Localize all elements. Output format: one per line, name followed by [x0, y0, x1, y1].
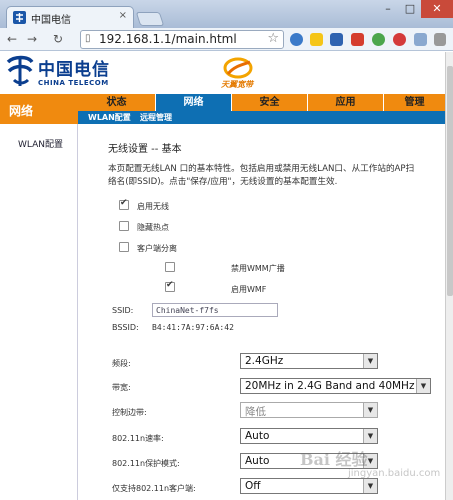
ssid-label: SSID:	[112, 306, 134, 315]
logo-chinese-text: 中国电信	[38, 60, 110, 80]
chevron-down-icon: ▼	[416, 379, 430, 393]
n-only-select[interactable]: Off ▼	[240, 478, 378, 494]
forward-button[interactable]: →	[24, 31, 40, 47]
china-telecom-logo-icon	[6, 55, 34, 86]
description-line-2: 络名(即SSID)。点击"保存/应用"，无线设置的基本配置生效.	[108, 177, 338, 187]
brand-text: 天翼宽带	[221, 80, 253, 89]
n-only-label: 仅支持802.11n客户端:	[112, 484, 196, 493]
browser-titlebar: 中国电信 × – □ ✕	[0, 0, 453, 28]
window-controls: – □ ✕	[377, 0, 453, 18]
subtab-remote-management[interactable]: 远程管理	[140, 111, 172, 124]
bookmark-star-icon[interactable]: ☆	[267, 31, 279, 46]
reload-button[interactable]: ↻	[50, 31, 66, 47]
client-isolation-label: 客户端分离	[137, 244, 177, 253]
chevron-down-icon: ▼	[363, 403, 377, 417]
browser-toolbar: ← → ↻ ▯ 192.168.1.1/main.html ☆	[0, 28, 453, 51]
disable-wmm-checkbox[interactable]	[165, 262, 175, 272]
sidebar: WLAN配置	[0, 124, 78, 500]
music-icon[interactable]	[393, 33, 406, 46]
minimize-button[interactable]: –	[377, 0, 399, 18]
n-protection-label: 802.11n保护模式:	[112, 459, 180, 468]
china-telecom-favicon-icon	[13, 11, 26, 24]
section-title: 无线设置 -- 基本	[108, 144, 182, 155]
control-sideband-value: 降低	[245, 406, 266, 418]
bandwidth-label: 带宽:	[112, 383, 131, 392]
control-sideband-select[interactable]: 降低 ▼	[240, 402, 378, 418]
maximize-button[interactable]: □	[399, 0, 421, 18]
new-tab-button[interactable]	[135, 12, 165, 26]
sub-tabs: WLAN配置 远程管理	[78, 111, 445, 124]
band-label: 频段:	[112, 359, 131, 368]
wrench-icon[interactable]	[434, 33, 446, 46]
green-circle-icon[interactable]	[372, 33, 385, 46]
ssid-input[interactable]	[152, 303, 278, 317]
tab-security[interactable]: 安全	[232, 94, 308, 111]
tab-management[interactable]: 管理	[384, 94, 445, 111]
back-button[interactable]: ←	[4, 31, 20, 47]
router-header: 中国电信 CHINA TELECOM 天翼宽带	[0, 52, 445, 94]
n-rate-select[interactable]: Auto ▼	[240, 428, 378, 444]
abp-icon[interactable]	[351, 33, 364, 46]
main-tabs: 状态 网络 安全 应用 管理	[78, 94, 445, 111]
hide-hotspot-checkbox[interactable]	[119, 221, 129, 231]
address-url: 192.168.1.1/main.html	[99, 32, 237, 46]
bandwidth-select[interactable]: 20MHz in 2.4G Band and 40MHz in 5 ▼	[240, 378, 431, 394]
hide-hotspot-label: 隐藏热点	[137, 223, 169, 232]
enable-wmf-label: 启用WMF	[231, 285, 267, 294]
client-isolation-checkbox[interactable]	[119, 242, 129, 252]
enable-wireless-label: 启用无线	[137, 202, 169, 211]
tab-application[interactable]: 应用	[308, 94, 384, 111]
enable-wmf-checkbox[interactable]	[165, 280, 175, 292]
bssid-label: BSSID:	[112, 323, 139, 332]
chevron-down-icon: ▼	[363, 429, 377, 443]
tab-close-icon[interactable]: ×	[119, 10, 127, 21]
star-icon[interactable]	[310, 33, 323, 46]
wlan-settings-panel: 无线设置 -- 基本 本页配置无线LAN 口的基本特性。包括启用或禁用无线LAN…	[78, 124, 445, 500]
description-line-1: 本页配置无线LAN 口的基本特性。包括启用或禁用无线LAN口、从工作站的AP扫	[108, 164, 415, 174]
tab-title: 中国电信	[31, 15, 71, 26]
address-bar[interactable]: ▯ 192.168.1.1/main.html ☆	[80, 30, 284, 49]
watermark-url: jingyan.baidu.com	[348, 468, 441, 479]
disable-wmm-label: 禁用WMM广播	[231, 264, 285, 273]
n-rate-value: Auto	[245, 430, 270, 442]
page-scrollbar[interactable]	[445, 52, 453, 500]
n-only-value: Off	[245, 480, 261, 492]
sidebar-title: 网络	[0, 94, 78, 124]
bssid-value: B4:41:7A:97:6A:42	[152, 323, 234, 332]
n-protection-value: Auto	[245, 455, 270, 467]
chevron-down-icon: ▼	[363, 354, 377, 368]
watermark: Bai 经验	[300, 450, 368, 469]
bandwidth-value: 20MHz in 2.4G Band and 40MHz in 5	[245, 380, 431, 392]
browser-tab[interactable]: 中国电信 ×	[6, 6, 134, 28]
globe-icon[interactable]	[290, 33, 303, 46]
band-value: 2.4GHz	[245, 355, 284, 367]
chevron-down-icon: ▼	[363, 479, 377, 493]
band-select[interactable]: 2.4GHz ▼	[240, 353, 378, 369]
logo-english-text: CHINA TELECOM	[38, 79, 109, 87]
control-sideband-label: 控制边带:	[112, 408, 147, 417]
page-icon: ▯	[85, 33, 91, 44]
enable-wireless-checkbox[interactable]	[119, 198, 129, 210]
tab-network[interactable]: 网络	[156, 94, 232, 111]
router-navbar: 网络 状态 网络 安全 应用 管理 WLAN配置 远程管理	[0, 94, 445, 124]
ip-icon[interactable]	[330, 33, 343, 46]
n-rate-label: 802.11n速率:	[112, 434, 164, 443]
tab-icon[interactable]	[414, 33, 427, 46]
subtab-wlan-config[interactable]: WLAN配置	[88, 111, 131, 124]
sidebar-item-wlan-config[interactable]: WLAN配置	[18, 137, 63, 150]
tab-status[interactable]: 状态	[78, 94, 156, 111]
close-window-button[interactable]: ✕	[421, 0, 453, 18]
scrollbar-thumb[interactable]	[447, 66, 453, 296]
